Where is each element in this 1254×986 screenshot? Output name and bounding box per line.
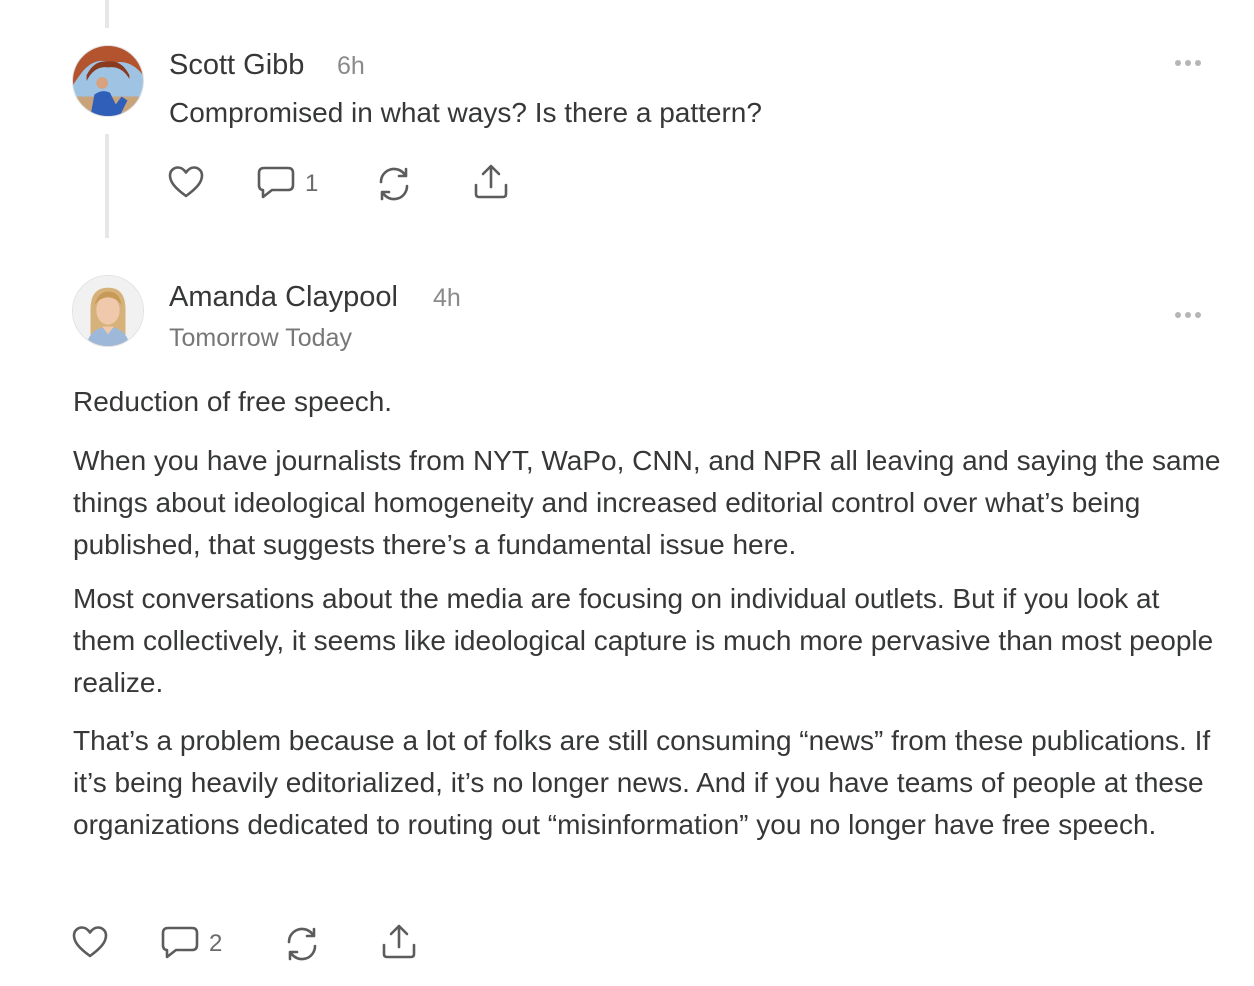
heart-icon xyxy=(72,926,108,958)
speech-bubble-icon xyxy=(257,166,295,199)
reply-count: 1 xyxy=(305,170,319,197)
restack-button[interactable] xyxy=(375,165,413,203)
share-button[interactable] xyxy=(380,923,418,961)
thread-line xyxy=(105,134,109,238)
restack-arrows-icon xyxy=(287,927,317,961)
like-button[interactable] xyxy=(167,164,205,200)
author-name[interactable]: Amanda Claypool xyxy=(169,281,398,314)
comment-paragraph: Reduction of free speech. xyxy=(73,386,393,417)
avatar-photo xyxy=(73,276,143,346)
thread-line-top xyxy=(105,0,109,28)
comment-paragraph: When you have journalists from NYT, WaPo… xyxy=(73,445,1221,560)
timestamp[interactable]: 6h xyxy=(337,52,365,81)
speech-bubble-icon xyxy=(161,926,199,959)
more-options-button[interactable] xyxy=(1174,309,1204,321)
author-name[interactable]: Scott Gibb xyxy=(169,49,304,82)
share-upload-icon xyxy=(382,924,416,959)
ellipsis-icon xyxy=(1175,60,1201,66)
reply-button[interactable] xyxy=(256,165,296,201)
avatar[interactable] xyxy=(72,275,144,347)
more-options-button[interactable] xyxy=(1174,57,1204,69)
publication-name[interactable]: Tomorrow Today xyxy=(169,324,352,353)
restack-button[interactable] xyxy=(283,925,321,963)
restack-arrows-icon xyxy=(379,167,409,201)
comment-body: Compromised in what ways? Is there a pat… xyxy=(169,97,762,128)
heart-icon xyxy=(168,166,204,198)
comment-paragraph: Most conversations about the media are f… xyxy=(73,583,1214,698)
comment-paragraph: That’s a problem because a lot of folks … xyxy=(73,725,1211,840)
like-button[interactable] xyxy=(71,924,109,960)
timestamp[interactable]: 4h xyxy=(433,284,461,313)
share-upload-icon xyxy=(474,164,508,199)
reply-count: 2 xyxy=(209,930,223,957)
avatar-photo xyxy=(73,46,143,116)
ellipsis-icon xyxy=(1175,312,1201,318)
share-button[interactable] xyxy=(472,163,510,201)
reply-button[interactable] xyxy=(160,925,200,961)
avatar[interactable] xyxy=(72,45,144,117)
